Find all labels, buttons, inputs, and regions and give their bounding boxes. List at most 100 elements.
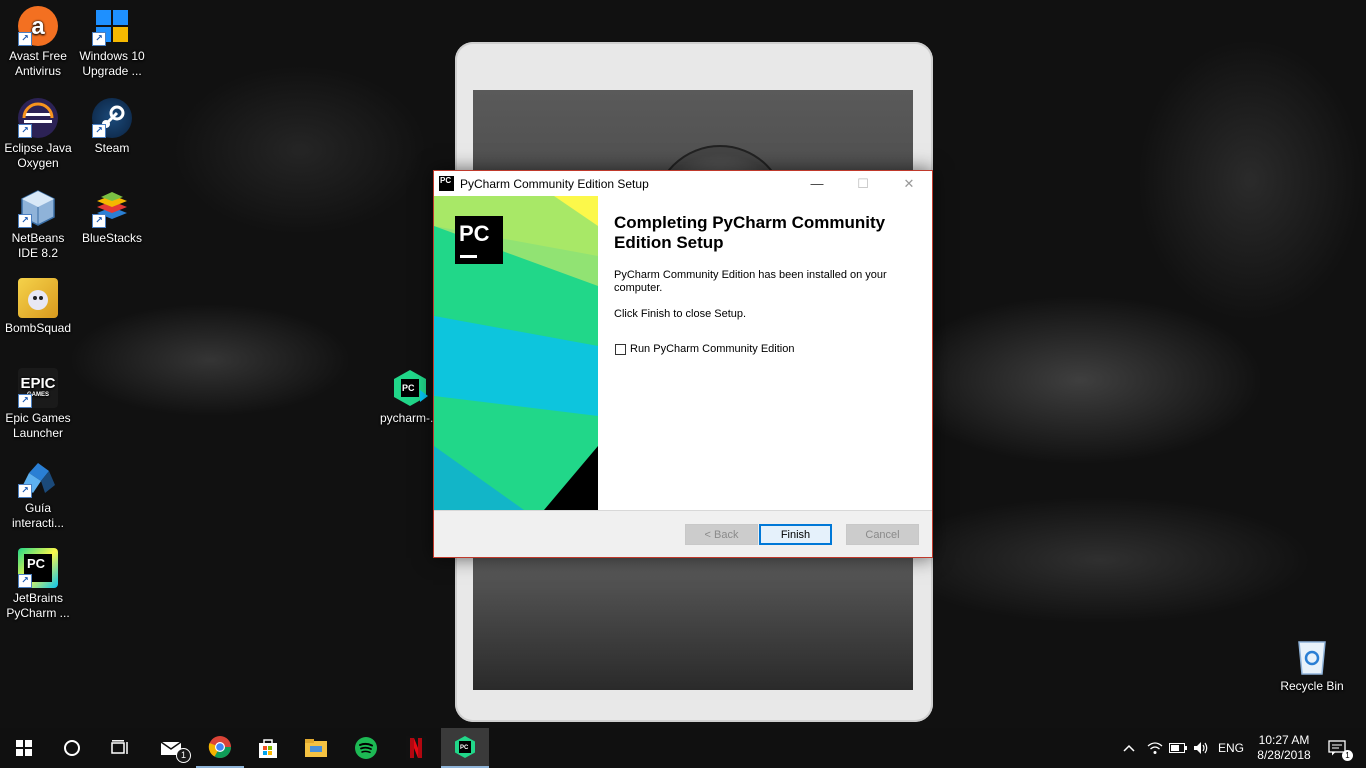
- eclipse-icon: ↗: [18, 98, 58, 138]
- taskbar-spotify[interactable]: [342, 728, 390, 768]
- battery-icon: [1169, 743, 1187, 753]
- back-button[interactable]: < Back: [685, 524, 758, 545]
- task-view-button[interactable]: [96, 728, 144, 768]
- desktop-icon-windows-upgrade[interactable]: ↗ Windows 10 Upgrade ...: [74, 6, 150, 79]
- file-explorer-icon: [305, 739, 327, 757]
- avast-icon: a ↗: [18, 6, 58, 46]
- pycharm-banner: PC: [434, 196, 598, 510]
- desktop-icon-guide[interactable]: ↗ Guía interacti...: [0, 458, 76, 531]
- desktop-icon-avast[interactable]: a ↗ Avast Free Antivirus: [0, 6, 76, 79]
- title-icon-text: PC: [440, 176, 452, 185]
- finish-button[interactable]: Finish: [759, 524, 832, 545]
- desktop-icon-epic-games[interactable]: EPIC GAMES ↗ Epic Games Launcher: [0, 368, 76, 441]
- taskbar-netflix[interactable]: [392, 728, 440, 768]
- start-button[interactable]: [0, 728, 48, 768]
- recycle-bin-icon: [1292, 636, 1332, 676]
- pycharm-logo-text: PC: [459, 221, 490, 246]
- desktop-icon-label: Eclipse Java Oxygen: [4, 141, 72, 170]
- desktop-icon-steam[interactable]: ↗ Steam: [74, 98, 150, 156]
- shortcut-arrow-icon: ↗: [92, 32, 106, 46]
- taskbar: 1 PC ENG 10:27 AM 8/28/2018 1: [0, 728, 1366, 768]
- maximize-icon: ☐: [857, 175, 869, 191]
- pycharm-icon: PC ↗: [18, 548, 58, 588]
- shortcut-arrow-icon: ↗: [18, 484, 32, 498]
- netbeans-icon: ↗: [18, 188, 58, 228]
- pycharm-title-icon: PC: [439, 176, 454, 191]
- close-button[interactable]: ✕: [886, 171, 932, 196]
- show-hidden-icons-button[interactable]: [1118, 728, 1140, 768]
- desktop-icon-label: Guía interacti...: [11, 501, 65, 530]
- guide-icon: ↗: [18, 458, 58, 498]
- mail-badge: 1: [176, 748, 191, 763]
- pycharm-logo-bar: [460, 255, 477, 258]
- run-pycharm-checkbox[interactable]: [615, 343, 626, 355]
- clock-button[interactable]: 10:27 AM 8/28/2018: [1250, 728, 1318, 768]
- desktop-icon-bombsquad[interactable]: BombSquad: [0, 278, 76, 336]
- bombsquad-icon: [18, 278, 58, 318]
- dialog-separator: [434, 510, 932, 511]
- dialog-heading: Completing PyCharm Community Edition Set…: [614, 213, 886, 252]
- setup-dialog: PC PyCharm Community Edition Setup — ☐ ✕…: [433, 170, 933, 558]
- run-pycharm-label[interactable]: Run PyCharm Community Edition: [630, 343, 794, 355]
- taskbar-file-explorer[interactable]: [292, 728, 340, 768]
- taskbar-chrome[interactable]: [196, 728, 244, 768]
- desktop-icon-netbeans[interactable]: ↗ NetBeans IDE 8.2: [0, 188, 76, 261]
- pycharm-installer-icon: PC: [455, 736, 475, 758]
- desktop-icon-label: Avast Free Antivirus: [9, 49, 67, 78]
- dialog-content: PC Completing PyCharm Community Edition …: [434, 196, 932, 510]
- language-indicator[interactable]: ENG: [1214, 728, 1248, 768]
- close-icon: ✕: [903, 175, 915, 191]
- network-button[interactable]: [1144, 728, 1166, 768]
- action-center-button[interactable]: 1: [1320, 728, 1354, 768]
- dialog-title: PyCharm Community Edition Setup: [460, 176, 649, 191]
- shortcut-arrow-icon: ↗: [18, 214, 32, 228]
- clock-time: 10:27 AM: [1258, 733, 1310, 747]
- shortcut-arrow-icon: ↗: [92, 124, 106, 138]
- desktop-icon-eclipse[interactable]: ↗ Eclipse Java Oxygen: [0, 98, 76, 171]
- taskbar-store[interactable]: [244, 728, 292, 768]
- desktop-icon-label: Windows 10 Upgrade ...: [79, 49, 145, 78]
- taskbar-mail[interactable]: 1: [148, 728, 196, 768]
- install-message: PyCharm Community Edition has been insta…: [614, 269, 887, 294]
- volume-button[interactable]: [1190, 728, 1212, 768]
- task-view-icon: [111, 740, 128, 754]
- minimize-icon: —: [810, 176, 824, 191]
- taskbar-pycharm-installer[interactable]: PC: [441, 728, 489, 768]
- battery-button[interactable]: [1166, 728, 1190, 768]
- shortcut-arrow-icon: ↗: [18, 394, 32, 408]
- epic-logo-text: EPIC: [20, 375, 56, 392]
- maximize-button[interactable]: ☐: [840, 171, 886, 196]
- clock-date: 8/28/2018: [1257, 748, 1311, 762]
- desktop-icon-label: Steam: [94, 141, 130, 155]
- spotify-icon: [355, 737, 377, 759]
- desktop-icon-label: BlueStacks: [81, 231, 143, 245]
- desktop-icon-label: NetBeans IDE 8.2: [11, 231, 65, 260]
- desktop-icon-bluestacks[interactable]: ↗ BlueStacks: [74, 188, 150, 246]
- chrome-icon: [208, 736, 231, 758]
- windows-logo-icon: ↗: [92, 6, 132, 46]
- minimize-button[interactable]: —: [794, 171, 840, 196]
- shortcut-arrow-icon: ↗: [18, 574, 32, 588]
- svg-text:PC: PC: [460, 745, 469, 751]
- shortcut-arrow-icon: ↗: [92, 214, 106, 228]
- desktop-icon-recycle-bin[interactable]: Recycle Bin: [1274, 636, 1350, 694]
- windows-start-icon: [16, 740, 32, 756]
- steam-icon: ↗: [92, 98, 132, 138]
- epic-games-icon: EPIC GAMES ↗: [18, 368, 58, 408]
- dialog-titlebar[interactable]: PC PyCharm Community Edition Setup — ☐ ✕: [434, 171, 932, 196]
- shortcut-arrow-icon: ↗: [18, 32, 32, 46]
- store-icon: [259, 739, 277, 758]
- desktop-icon-label: Recycle Bin: [1280, 679, 1344, 693]
- netflix-icon: [406, 736, 426, 760]
- chevron-up-icon: [1123, 744, 1135, 752]
- shortcut-arrow-icon: ↗: [18, 124, 32, 138]
- notification-badge: 1: [1342, 750, 1353, 761]
- desktop-icon-label: Epic Games Launcher: [5, 411, 71, 440]
- run-pycharm-option[interactable]: Run PyCharm Community Edition: [615, 343, 794, 355]
- cortana-search-button[interactable]: [48, 728, 96, 768]
- desktop-icon-pycharm[interactable]: PC ↗ JetBrains PyCharm ...: [0, 548, 76, 621]
- pycharm-logo: PC: [455, 216, 503, 264]
- cancel-button[interactable]: Cancel: [846, 524, 919, 545]
- desktop-icon-label: BombSquad: [4, 321, 72, 335]
- desktop-icon-label: JetBrains PyCharm ...: [6, 591, 70, 620]
